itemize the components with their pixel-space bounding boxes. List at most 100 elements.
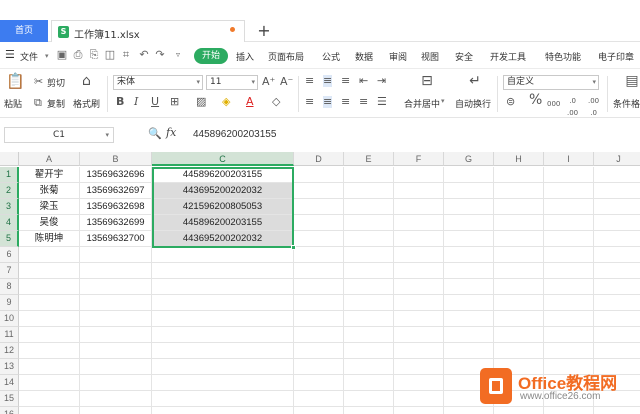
cell-g2[interactable]	[444, 183, 494, 199]
cell-a3[interactable]: 梁玉	[19, 199, 80, 215]
cell-i4[interactable]	[544, 215, 594, 231]
cell-e3[interactable]	[344, 199, 394, 215]
format-painter-button[interactable]: 格式刷	[73, 97, 100, 110]
row-header[interactable]: 13	[0, 359, 19, 375]
cell-j10[interactable]	[594, 311, 640, 327]
cell-j6[interactable]	[594, 247, 640, 263]
cell-h4[interactable]	[494, 215, 544, 231]
cell-b10[interactable]	[80, 311, 152, 327]
cell-a9[interactable]	[19, 295, 80, 311]
cell-a15[interactable]	[19, 391, 80, 407]
cell-j8[interactable]	[594, 279, 640, 295]
menu-e-seal[interactable]: 电子印章	[598, 50, 634, 63]
cell-f11[interactable]	[394, 327, 444, 343]
row-header[interactable]: 16	[0, 407, 19, 414]
cell-b6[interactable]	[80, 247, 152, 263]
cell-d9[interactable]	[294, 295, 344, 311]
cell-e5[interactable]	[344, 231, 394, 247]
cell-j3[interactable]	[594, 199, 640, 215]
column-header-j[interactable]: J	[594, 152, 640, 166]
decrease-decimal-icon[interactable]: .00.0	[588, 95, 599, 119]
underline-icon[interactable]: U	[151, 96, 159, 108]
cell-e14[interactable]	[344, 375, 394, 391]
increase-font-icon[interactable]: A⁺	[262, 76, 275, 88]
cell-i2[interactable]	[544, 183, 594, 199]
cell-d5[interactable]	[294, 231, 344, 247]
cell-g11[interactable]	[444, 327, 494, 343]
column-header-h[interactable]: H	[494, 152, 544, 166]
cell-d13[interactable]	[294, 359, 344, 375]
cell-c15[interactable]	[152, 391, 294, 407]
increase-decimal-icon[interactable]: .0.00	[567, 95, 578, 119]
menu-insert[interactable]: 插入	[236, 50, 254, 63]
tab-workbook[interactable]: S 工作簿11.xlsx	[51, 20, 245, 42]
menu-formulas[interactable]: 公式	[322, 50, 340, 63]
font-color-icon[interactable]: A	[246, 96, 254, 108]
cell-d3[interactable]	[294, 199, 344, 215]
percent-button[interactable]: %	[529, 93, 542, 107]
column-header-d[interactable]: D	[294, 152, 344, 166]
row-header[interactable]: 10	[0, 311, 19, 327]
decrease-font-icon[interactable]: A⁻	[280, 76, 293, 88]
cell-j2[interactable]	[594, 183, 640, 199]
cell-a13[interactable]	[19, 359, 80, 375]
column-header-c[interactable]: C	[152, 152, 294, 166]
menu-view[interactable]: 视图	[421, 50, 439, 63]
align-left-icon[interactable]: ≡	[305, 96, 314, 108]
cell-j12[interactable]	[594, 343, 640, 359]
paste-icon[interactable]: 📋	[6, 74, 25, 91]
cell-e13[interactable]	[344, 359, 394, 375]
chevron-down-icon[interactable]: ▾	[45, 52, 49, 60]
cell-g7[interactable]	[444, 263, 494, 279]
cell-b14[interactable]	[80, 375, 152, 391]
cell-d4[interactable]	[294, 215, 344, 231]
cell-d6[interactable]	[294, 247, 344, 263]
cell-f1[interactable]	[394, 167, 444, 183]
cell-h1[interactable]	[494, 167, 544, 183]
row-header[interactable]: 5	[0, 231, 19, 247]
menu-data[interactable]: 数据	[355, 50, 373, 63]
cell-g16[interactable]	[444, 407, 494, 414]
clear-format-icon[interactable]: ◇	[272, 96, 280, 108]
cell-h6[interactable]	[494, 247, 544, 263]
select-all-corner[interactable]	[0, 152, 19, 166]
wrap-text-button[interactable]: 自动换行	[455, 97, 491, 110]
column-header-e[interactable]: E	[344, 152, 394, 166]
print-icon[interactable]: ⎘	[88, 48, 100, 62]
cell-b8[interactable]	[80, 279, 152, 295]
cell-d15[interactable]	[294, 391, 344, 407]
cell-e1[interactable]	[344, 167, 394, 183]
cell-b13[interactable]	[80, 359, 152, 375]
cell-d11[interactable]	[294, 327, 344, 343]
cell-j1[interactable]	[594, 167, 640, 183]
increase-indent-icon[interactable]: ⇥	[377, 75, 386, 87]
decrease-indent-icon[interactable]: ⇤	[359, 75, 368, 87]
cell-b2[interactable]: 13569632697	[80, 183, 152, 199]
cell-b4[interactable]: 13569632699	[80, 215, 152, 231]
menu-review[interactable]: 审阅	[389, 50, 407, 63]
cell-a10[interactable]	[19, 311, 80, 327]
cell-c6[interactable]	[152, 247, 294, 263]
cell-f9[interactable]	[394, 295, 444, 311]
cell-f15[interactable]	[394, 391, 444, 407]
cell-i5[interactable]	[544, 231, 594, 247]
bold-icon[interactable]: B	[116, 96, 124, 108]
copy-icon[interactable]: ⧉	[34, 97, 42, 109]
cell-f6[interactable]	[394, 247, 444, 263]
cell-b7[interactable]	[80, 263, 152, 279]
cell-e8[interactable]	[344, 279, 394, 295]
cell-j5[interactable]	[594, 231, 640, 247]
distributed-icon[interactable]: ☰	[377, 96, 387, 108]
menu-security[interactable]: 安全	[455, 50, 473, 63]
align-center-icon[interactable]: ≡	[323, 96, 333, 108]
cell-a2[interactable]: 张菊	[19, 183, 80, 199]
cell-e10[interactable]	[344, 311, 394, 327]
new-tab-button[interactable]: +	[256, 20, 272, 42]
number-format-select[interactable]: 自定义 ▾	[503, 75, 599, 90]
cell-g3[interactable]	[444, 199, 494, 215]
formula-input[interactable]: 445896200203155	[193, 129, 276, 140]
cell-f7[interactable]	[394, 263, 444, 279]
cell-h10[interactable]	[494, 311, 544, 327]
cell-f3[interactable]	[394, 199, 444, 215]
zoom-search-icon[interactable]: 🔍	[148, 127, 162, 140]
